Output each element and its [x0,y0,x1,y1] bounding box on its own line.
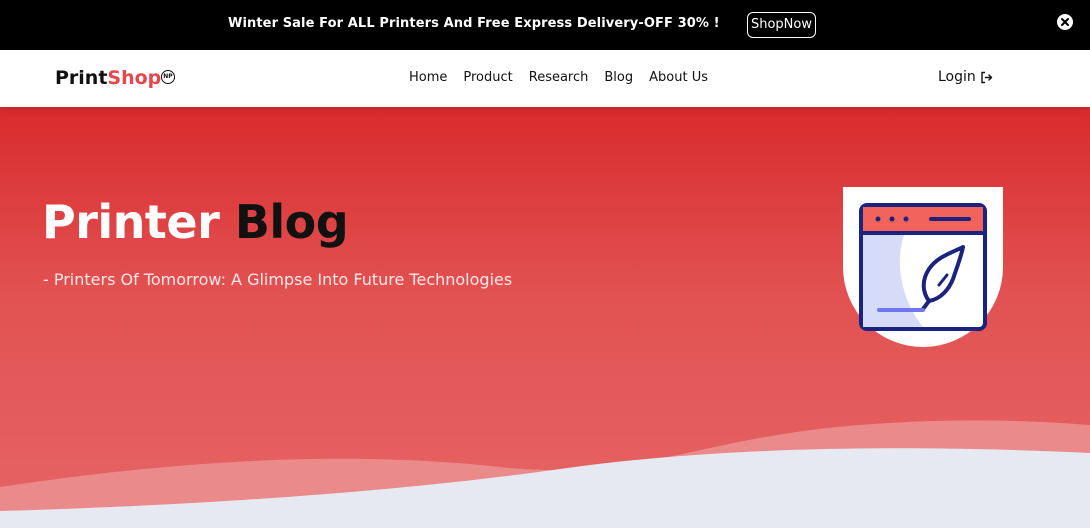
hero-banner: Printer Blog - Printers Of Tomorrow: A G… [0,107,1090,528]
nav-product[interactable]: Product [463,70,512,85]
sign-in-icon [981,71,992,83]
login-label: Login [938,69,976,85]
blog-quill-icon [843,187,1003,347]
main-navbar: PrintShop NP Home Product Research Blog … [0,50,1090,107]
nav-home[interactable]: Home [409,70,447,85]
shop-now-button[interactable]: ShopNow [747,12,816,38]
logo-text-shop: Shop [107,67,162,89]
nav-research[interactable]: Research [529,70,589,85]
hero-title-part2: Blog [234,195,349,249]
logo-badge: NP [161,70,175,84]
hero-title: Printer Blog [42,195,349,249]
hero-title-part1: Printer [42,195,220,249]
nav-about-us[interactable]: About Us [649,70,708,85]
announcement-bar: Winter Sale For ALL Printers And Free Ex… [0,0,1090,50]
logo-text-print: Print [55,67,108,89]
announcement-text: Winter Sale For ALL Printers And Free Ex… [228,16,720,31]
nav-blog[interactable]: Blog [604,70,633,85]
hero-wave-divider [0,420,1090,528]
hero-subtitle: - Printers Of Tomorrow: A Glimpse Into F… [43,270,513,289]
site-logo[interactable]: PrintShop NP [55,67,175,89]
login-link[interactable]: Login [938,69,993,85]
nav-links: Home Product Research Blog About Us [409,70,708,85]
close-icon[interactable] [1057,14,1073,30]
